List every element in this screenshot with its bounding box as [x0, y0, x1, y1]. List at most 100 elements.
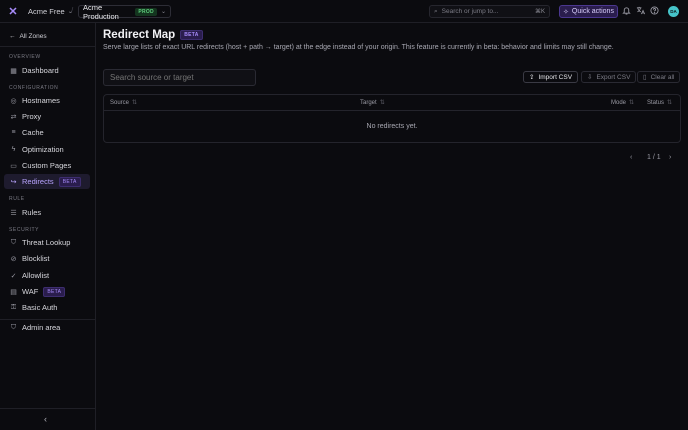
clear-all-button[interactable]: ▯ Clear all [637, 71, 681, 83]
zone-env-badge: PROD [135, 7, 157, 16]
wand-icon: ✧ [563, 8, 569, 16]
upload-icon: ⇪ [529, 74, 535, 81]
grid-icon: ▦ [10, 67, 17, 75]
all-zones-link[interactable]: ← All Zones [9, 33, 47, 40]
breadcrumb-separator: / [71, 6, 74, 15]
title-beta-badge: BETA [180, 30, 203, 40]
proxy-icon: ⇄ [10, 113, 17, 121]
zone-name: Acme Production [83, 2, 119, 21]
arrow-left-icon: ← [9, 33, 16, 40]
quick-actions-label: Quick actions [571, 8, 614, 15]
sidebar-item-label: Hostnames [22, 96, 60, 105]
check-circle-icon: ✓ [10, 272, 17, 280]
sidebar-item-label: Proxy [22, 112, 42, 121]
column-label: Status [647, 99, 665, 106]
trash-icon: ▯ [643, 74, 647, 81]
sidebar-item-redirects[interactable]: ↪ Redirects BETA [4, 174, 90, 189]
top-bar: ✕ Acme Free ⌄ / Acme Production PROD ⌄ ⌕… [0, 0, 688, 23]
column-label: Source [110, 99, 130, 106]
shield-icon: ⛉ [10, 238, 17, 246]
redirects-table: Source ⇅ Target ⇅ Mode ⇅ Status ⇅ No red… [103, 94, 681, 143]
translate-icon[interactable] [635, 6, 646, 17]
bell-icon[interactable] [621, 6, 632, 17]
sidebar-item-hostnames[interactable]: ◎ Hostnames [4, 93, 90, 108]
column-header-mode[interactable]: Mode ⇅ [611, 99, 635, 107]
sidebar-item-label: Allowlist [22, 271, 50, 280]
search-icon: ⌕ [434, 7, 438, 15]
sort-icon: ⇅ [132, 100, 138, 106]
sidebar-item-threat-lookup[interactable]: ⛉ Threat Lookup [4, 235, 90, 250]
sort-icon: ⇅ [379, 100, 385, 106]
org-name: Acme Free [28, 7, 65, 16]
lock-icon: ⚿ [10, 303, 17, 311]
page-title: Redirect Map BETA [103, 29, 203, 41]
section-rule: RULE [9, 196, 25, 202]
sidebar-item-label: Custom Pages [22, 161, 72, 170]
section-security: SECURITY [9, 227, 40, 233]
table-header: Source ⇅ Target ⇅ Mode ⇅ Status ⇅ [104, 95, 680, 111]
sidebar-item-label: Admin area [22, 323, 61, 332]
sidebar-divider [0, 408, 96, 409]
column-header-target[interactable]: Target ⇅ [360, 99, 385, 107]
sidebar: ← All Zones OVERVIEW ▦ Dashboard CONFIGU… [0, 23, 96, 430]
sidebar-item-custom-pages[interactable]: ▭ Custom Pages [4, 158, 90, 173]
clear-all-label: Clear all [650, 73, 675, 81]
shield-icon: ⛉ [10, 323, 17, 331]
all-zones-label: All Zones [19, 33, 47, 40]
sidebar-item-label: Redirects [22, 177, 54, 186]
import-csv-label: Import CSV [538, 73, 573, 81]
sidebar-item-proxy[interactable]: ⇄ Proxy [4, 109, 90, 124]
beta-badge: BETA [43, 286, 66, 297]
app-logo-icon[interactable]: ✕ [7, 6, 19, 18]
sidebar-item-label: Basic Auth [22, 303, 58, 312]
sidebar-item-rules[interactable]: ☰ Rules [4, 205, 90, 220]
sidebar-item-label: Cache [22, 128, 44, 137]
redirect-search-input[interactable] [103, 69, 256, 86]
sidebar-item-waf[interactable]: ▤ WAF BETA [4, 284, 90, 299]
sidebar-item-optimization[interactable]: ϟ Optimization [4, 142, 90, 157]
block-icon: ⊘ [10, 255, 17, 263]
table-empty-state: No redirects yet. [366, 123, 418, 130]
file-icon: ▭ [10, 162, 17, 170]
org-switcher[interactable]: Acme Free ⌄ [28, 6, 73, 17]
section-overview: OVERVIEW [9, 54, 41, 60]
download-icon: ⇩ [587, 74, 593, 81]
page-title-text: Redirect Map [103, 29, 176, 41]
sidebar-item-cache[interactable]: ≡ Cache [4, 125, 90, 140]
sidebar-item-admin-area[interactable]: ⛉ Admin area [4, 320, 90, 335]
sidebar-item-basic-auth[interactable]: ⚿ Basic Auth [4, 300, 90, 315]
database-icon: ≡ [11, 129, 16, 136]
sort-icon: ⇅ [629, 100, 635, 106]
bolt-icon: ϟ [11, 146, 16, 153]
sidebar-item-blocklist[interactable]: ⊘ Blocklist [4, 251, 90, 266]
global-search-placeholder: Search or jump to... [441, 8, 499, 15]
sidebar-item-allowlist[interactable]: ✓ Allowlist [4, 268, 90, 283]
section-configuration: CONFIGURATION [9, 85, 59, 91]
sidebar-item-label: WAF [22, 287, 39, 296]
firewall-icon: ▤ [10, 288, 17, 296]
global-search-input[interactable]: ⌕ Search or jump to... ⌘K [429, 5, 550, 18]
sidebar-item-dashboard[interactable]: ▦ Dashboard [4, 63, 90, 78]
user-avatar[interactable]: DA [668, 6, 679, 17]
column-header-source[interactable]: Source ⇅ [110, 99, 138, 107]
import-csv-button[interactable]: ⇪ Import CSV [523, 71, 579, 83]
redirect-icon: ↪ [10, 178, 17, 186]
chevron-down-icon: ⌄ [160, 9, 166, 15]
help-icon[interactable] [649, 6, 660, 17]
collapse-sidebar-icon[interactable]: ‹ [44, 414, 47, 424]
page-info: 1 / 1 [647, 154, 661, 161]
sidebar-item-label: Rules [22, 208, 42, 217]
zone-switcher[interactable]: Acme Production PROD ⌄ [78, 2, 171, 21]
globe-icon: ◎ [10, 97, 17, 105]
quick-actions-button[interactable]: ✧ Quick actions [559, 5, 618, 18]
column-label: Target [360, 99, 377, 106]
list-icon: ☰ [10, 209, 17, 217]
export-csv-label: Export CSV [596, 73, 631, 81]
sidebar-item-label: Blocklist [22, 254, 50, 263]
export-csv-button[interactable]: ⇩ Export CSV [581, 71, 637, 83]
prev-page-icon[interactable]: ‹ [630, 154, 632, 161]
search-shortcut-hint: ⌘K [534, 9, 545, 15]
next-page-icon[interactable]: › [669, 154, 671, 161]
column-header-status[interactable]: Status ⇅ [647, 99, 672, 107]
sidebar-item-label: Threat Lookup [22, 238, 71, 247]
